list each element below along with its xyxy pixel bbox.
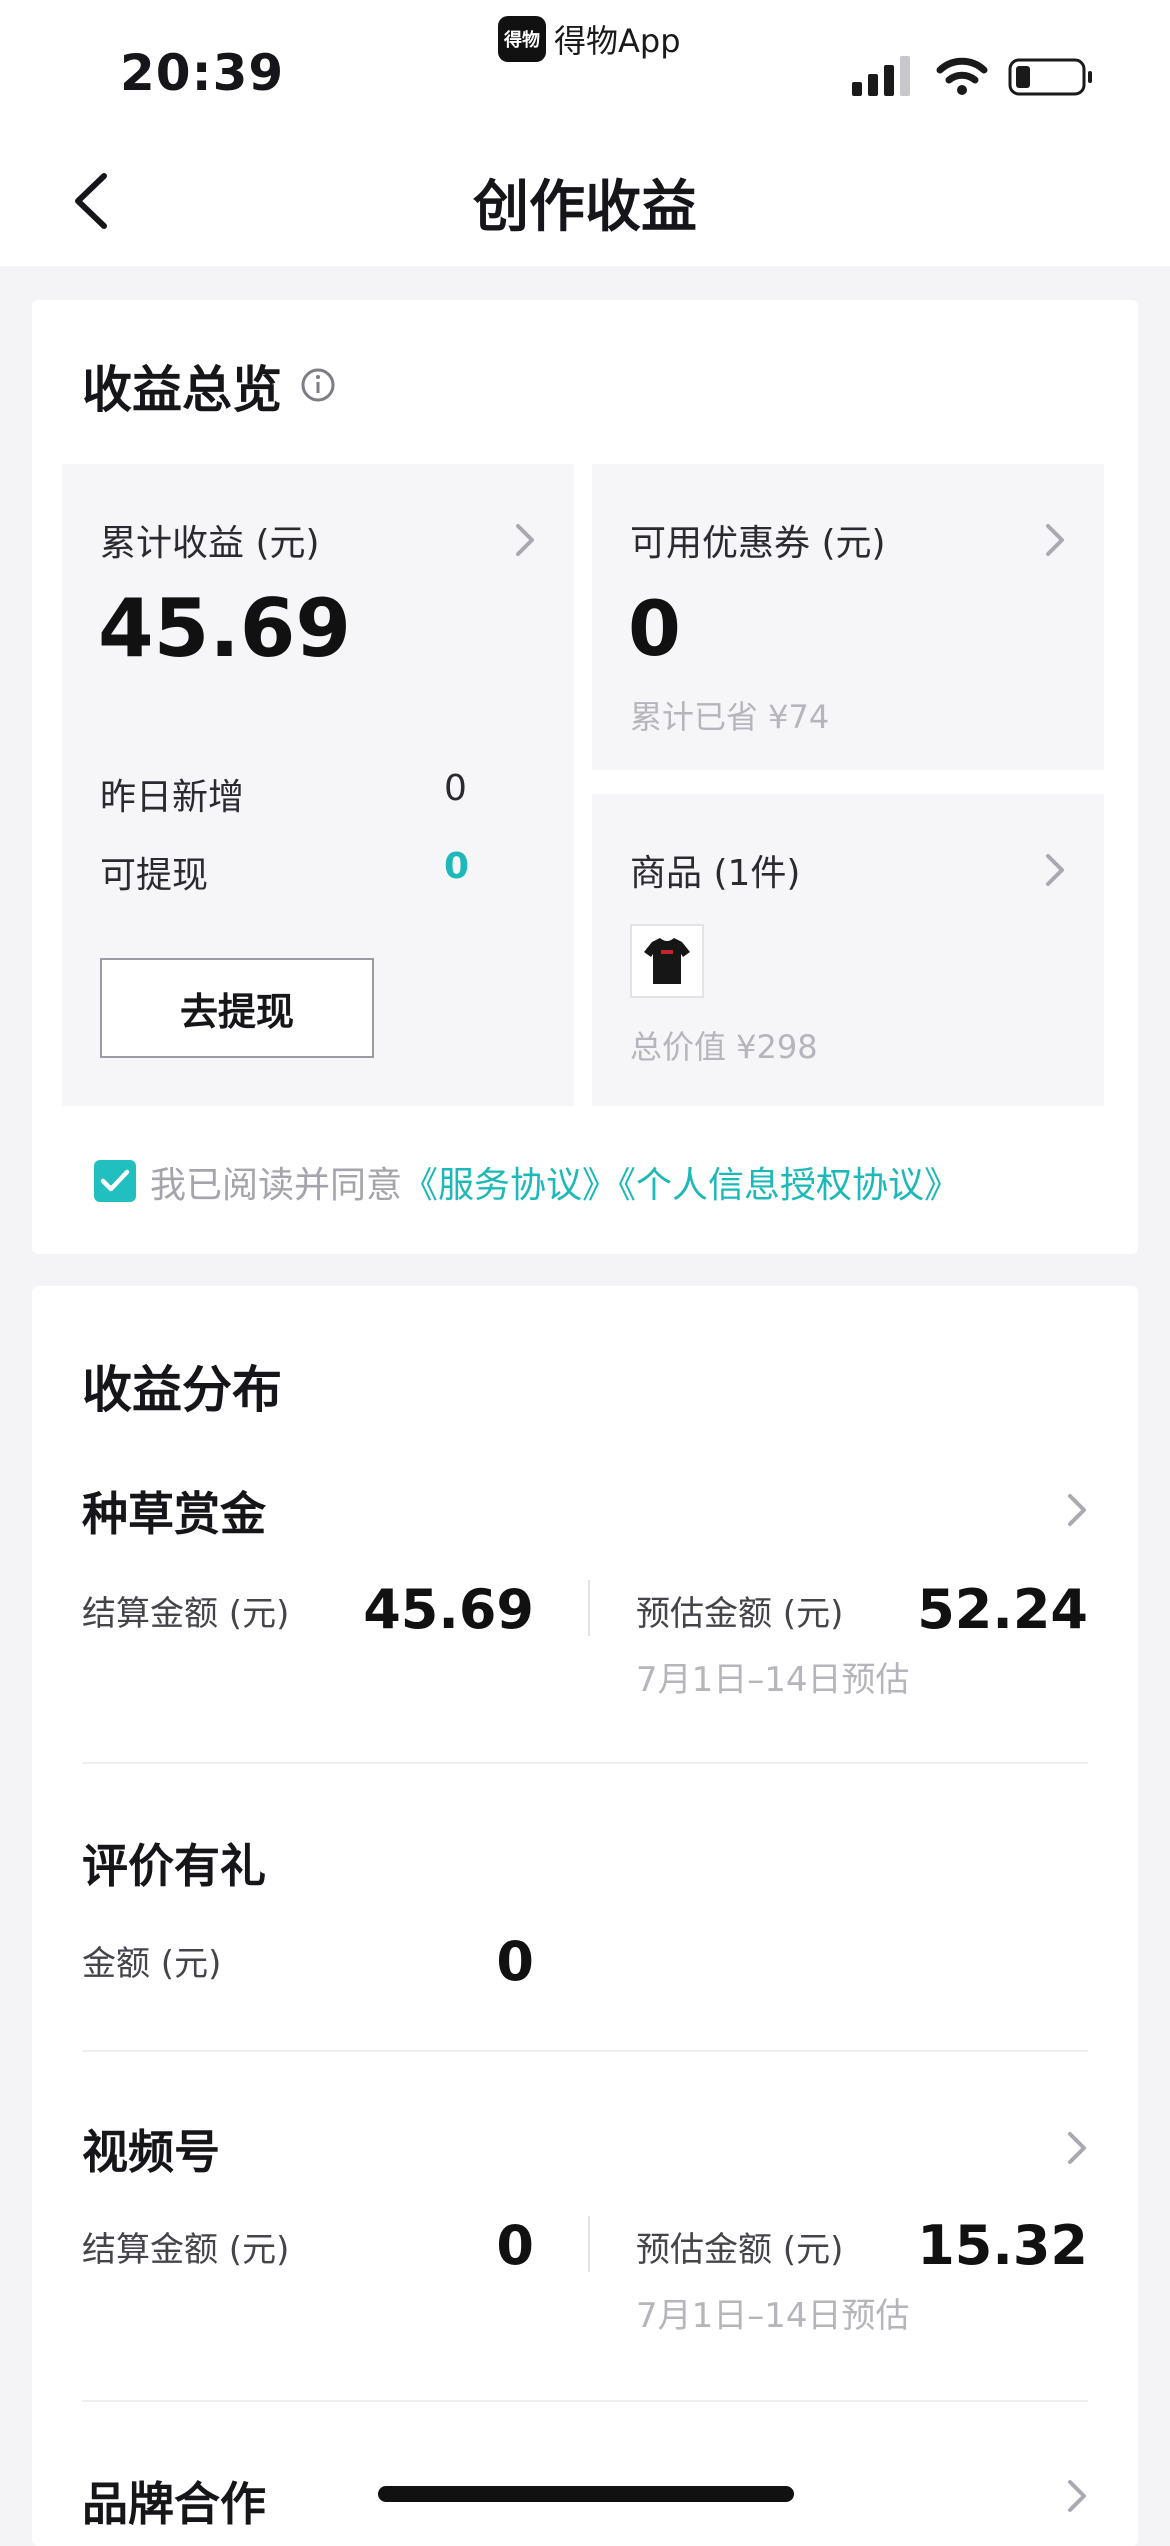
settled-amount-value: 0 <box>496 2214 534 2277</box>
withdrawable-label: 可提现 <box>100 855 209 896</box>
cellular-signal-icon <box>852 56 910 96</box>
item-divider <box>82 2400 1088 2402</box>
app-logo-icon: 得物 <box>498 16 546 62</box>
chevron-right-icon[interactable] <box>1040 850 1070 890</box>
yesterday-value: 0 <box>444 768 467 809</box>
info-icon[interactable] <box>300 367 336 403</box>
settled-amount-label: 结算金额 (元) <box>82 1594 290 1634</box>
home-indicator <box>378 2486 794 2502</box>
agreement-text: 我已阅读并同意《服务协议》《个人信息授权协议》 <box>150 1156 960 1208</box>
item-divider <box>82 1762 1088 1764</box>
products-total-text: 总价值 ¥298 <box>630 1028 818 1066</box>
item-channels-title[interactable]: 视频号 <box>82 2116 220 2182</box>
overview-title: 收益总览 <box>82 361 282 419</box>
privacy-agreement-link[interactable]: 《个人信息授权协议》 <box>618 1165 960 1206</box>
page-title: 创作收益 <box>473 175 697 240</box>
chevron-right-icon[interactable] <box>1062 1490 1092 1530</box>
service-agreement-link[interactable]: 《服务协议》 <box>402 1165 618 1206</box>
tshirt-thumbnail-icon <box>630 924 704 998</box>
column-divider <box>588 1580 590 1636</box>
column-divider <box>588 2216 590 2272</box>
coupons-label: 可用优惠券 (元) <box>630 523 886 564</box>
amount-value: 0 <box>496 1930 534 1993</box>
item-review-reward-title: 评价有礼 <box>82 1839 266 1893</box>
item-brand-cooperation-title[interactable]: 品牌合作 <box>82 2468 266 2534</box>
chevron-right-icon[interactable] <box>1040 520 1070 560</box>
coupons-value: 0 <box>628 584 681 673</box>
chevron-right-icon[interactable] <box>1062 2128 1092 2168</box>
settled-amount-value: 45.69 <box>363 1578 534 1641</box>
item-seeding-bounty-title[interactable]: 种草赏金 <box>82 1478 266 1544</box>
estimated-amount-label: 预估金额 (元) <box>636 2230 844 2270</box>
item-divider <box>82 2050 1088 2052</box>
chevron-right-icon[interactable] <box>1062 2476 1092 2516</box>
estimated-amount-value: 52.24 <box>917 1578 1088 1641</box>
estimated-amount-value: 15.32 <box>917 2214 1088 2277</box>
cumulative-value: 45.69 <box>98 582 352 675</box>
estimated-amount-label: 预估金额 (元) <box>636 1594 844 1634</box>
chevron-right-icon[interactable] <box>510 520 540 560</box>
battery-icon <box>1008 58 1092 96</box>
wifi-icon <box>936 57 988 95</box>
distribution-card <box>32 1286 1138 2546</box>
coupons-saved-text: 累计已省 ¥74 <box>630 698 830 736</box>
distribution-title: 收益分布 <box>82 1361 282 1419</box>
products-label: 商品 (1件) <box>630 853 801 894</box>
agreement-checkbox[interactable] <box>94 1160 136 1202</box>
amount-label: 金额 (元) <box>82 1944 222 1984</box>
settled-amount-label: 结算金额 (元) <box>82 2230 290 2270</box>
status-time: 20:39 <box>120 44 285 102</box>
estimated-period-note: 7月1日–14日预估 <box>636 1660 910 1700</box>
cumulative-label: 累计收益 (元) <box>100 523 320 564</box>
checkmark-icon <box>100 1169 130 1192</box>
estimated-period-note: 7月1日–14日预估 <box>636 2296 910 2336</box>
yesterday-label: 昨日新增 <box>100 777 245 818</box>
withdraw-button[interactable]: 去提现 <box>100 958 374 1058</box>
app-badge-name: 得物App <box>554 22 681 60</box>
app-badge: 得物 得物App <box>498 16 681 62</box>
agreement-prefix: 我已阅读并同意 <box>150 1165 403 1206</box>
withdrawable-value: 0 <box>444 846 470 887</box>
